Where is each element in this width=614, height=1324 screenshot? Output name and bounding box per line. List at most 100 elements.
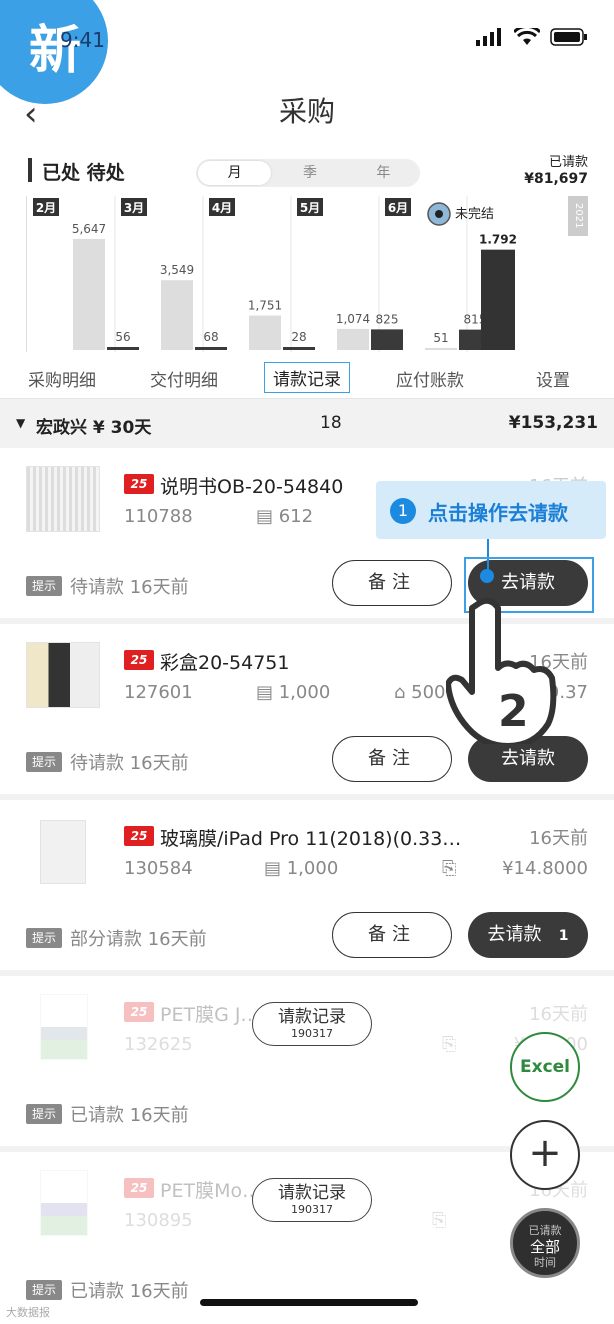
filter-all-time-button[interactable]: 已请款 全部 时间 — [510, 1208, 580, 1278]
bar-processed-label: 51 — [433, 331, 448, 345]
bar-pending[interactable] — [107, 347, 139, 350]
request-payment-button[interactable]: 去请款 1 — [468, 912, 588, 958]
bar-incomplete[interactable] — [481, 249, 515, 350]
tab-bar: 采购明细 交付明细 请款记录 应付账款 设置 — [0, 360, 614, 398]
page-title: 采购 — [278, 95, 335, 128]
stamp-date: 190317 — [291, 1203, 333, 1216]
gesture-step-number: 2 — [498, 686, 529, 737]
filter-line-1: 已请款 — [528, 1224, 562, 1237]
chart-year: 2021 — [568, 196, 588, 236]
stamp-label: 请款记录 — [278, 1183, 346, 1203]
tab-payment-records[interactable]: 请款记录 — [264, 362, 350, 393]
signal-icon — [476, 28, 501, 46]
unit-price: ¥14.8000 — [502, 858, 588, 879]
product-thumbnail — [40, 994, 88, 1060]
callout-text: 点击操作去请款 — [428, 501, 568, 525]
month-label: 3月 — [124, 201, 144, 215]
requested-label: 已请款 — [548, 155, 588, 170]
stock-quantity: ⌂ 500 — [394, 682, 446, 703]
clipboard-icon: ▤ — [256, 682, 279, 703]
time-ago: 16天前 — [529, 828, 588, 849]
month-label: 6月 — [388, 201, 408, 215]
clipboard-icon: ▤ — [264, 858, 287, 879]
bar-pending[interactable] — [283, 347, 315, 350]
time-ago: 16天前 — [529, 1004, 588, 1025]
product-name: 说明书OB-20-54840 — [160, 476, 344, 498]
period-switch[interactable]: 月 季 年 — [196, 159, 420, 187]
payment-status: 已请款 16天前 — [70, 1281, 189, 1302]
watermark: 大数据报 — [6, 1306, 50, 1319]
tip-badge: 提示 — [26, 752, 62, 772]
warehouse-icon: ⌂ — [394, 682, 412, 703]
quantity: ▤ 1,000 — [264, 858, 339, 879]
tip-badge: 提示 — [26, 576, 62, 596]
export-excel-button[interactable]: Excel — [510, 1032, 580, 1102]
quantity: ▤ 612 — [256, 506, 314, 527]
request-count-badge: 1 — [558, 928, 569, 944]
note-button[interactable]: 备注 — [332, 912, 452, 958]
incomplete-label: 未完结 — [455, 207, 494, 222]
payment-status: 待请款 16天前 — [70, 753, 189, 774]
tab-delivery-detail[interactable]: 交付明细 — [150, 366, 218, 391]
bar-processed[interactable] — [249, 315, 281, 350]
bar-processed-label: 1,751 — [248, 299, 282, 313]
period-quarter[interactable]: 季 — [273, 159, 346, 187]
note-button[interactable]: 备注 — [332, 560, 452, 606]
period-year[interactable]: 年 — [347, 159, 420, 187]
product-code: 110788 — [124, 506, 193, 527]
period-month[interactable]: 月 — [198, 161, 272, 185]
product-code: 132625 — [124, 1034, 193, 1055]
bar-pending-label: 56 — [115, 330, 130, 344]
tip-badge: 提示 — [26, 1104, 62, 1124]
bar-processed[interactable] — [425, 348, 457, 350]
tip-badge: 提示 — [26, 1280, 62, 1300]
bar-processed[interactable] — [73, 238, 105, 350]
payment-record-stamp[interactable]: 请款记录 190317 — [252, 1002, 372, 1046]
collapse-icon[interactable]: ▼ — [16, 416, 25, 430]
bar-pending[interactable] — [195, 347, 227, 350]
product-thumbnail — [40, 820, 86, 884]
home-indicator — [200, 1299, 418, 1306]
product-thumbnail — [26, 642, 100, 708]
product-tag: 25 — [124, 1178, 154, 1198]
requested-value: ¥81,697 — [524, 171, 588, 187]
supplier-group-header[interactable]: ▼ 宏政兴 ¥ 30天 18 ¥153,231 — [0, 398, 614, 448]
battery-icon — [550, 28, 587, 46]
document-icon: ⎘ — [432, 1210, 447, 1231]
summary-title: 已处 待处 — [42, 162, 125, 184]
product-tag: 25 — [124, 650, 154, 670]
payment-status: 待请款 16天前 — [70, 577, 189, 598]
product-name: 彩盒20-54751 — [160, 652, 290, 674]
monthly-bar-chart[interactable]: 2月 5,647 56 3月 3,549 68 4月 1,751 28 5月 1,074 825 6月 5… — [26, 196, 588, 352]
add-button[interactable]: + — [510, 1120, 580, 1190]
payment-status: 已请款 16天前 — [70, 1105, 189, 1126]
filter-line-3: 时间 — [534, 1256, 556, 1269]
note-button[interactable]: 备注 — [332, 736, 452, 782]
month-label: 4月 — [212, 201, 232, 215]
group-count: 18 — [320, 413, 342, 433]
section-marker — [28, 158, 32, 182]
bar-pending[interactable] — [371, 329, 403, 350]
product-code: 130584 — [124, 858, 193, 879]
tab-payables[interactable]: 应付账款 — [396, 366, 464, 391]
tip-badge: 提示 — [26, 928, 62, 948]
tutorial-callout: 1 点击操作去请款 — [376, 481, 606, 539]
document-icon: ⎘ — [442, 858, 457, 879]
product-tag: 25 — [124, 474, 154, 494]
new-badge: 新 — [0, 0, 108, 104]
payment-status: 部分请款 16天前 — [70, 929, 207, 950]
product-tag: 25 — [124, 826, 154, 846]
bar-pending-label: 28 — [291, 330, 306, 344]
stamp-label: 请款记录 — [278, 1007, 346, 1027]
product-tag: 25 — [124, 1002, 154, 1022]
tab-purchase-detail[interactable]: 采购明细 — [28, 366, 96, 391]
product-name: 玻璃膜/iPad Pro 11(2018)(0.33… — [160, 828, 462, 850]
tab-settings[interactable]: 设置 — [536, 366, 570, 391]
payment-record-stamp[interactable]: 请款记录 190317 — [252, 1178, 372, 1222]
product-thumbnail — [40, 1170, 88, 1236]
bar-processed-label: 3,549 — [160, 263, 194, 277]
bar-processed[interactable] — [337, 328, 369, 350]
list-item[interactable]: 25 玻璃膜/iPad Pro 11(2018)(0.33… 130584 ▤ … — [0, 800, 614, 976]
bar-processed-label: 1,074 — [336, 312, 370, 326]
bar-processed[interactable] — [161, 280, 193, 350]
